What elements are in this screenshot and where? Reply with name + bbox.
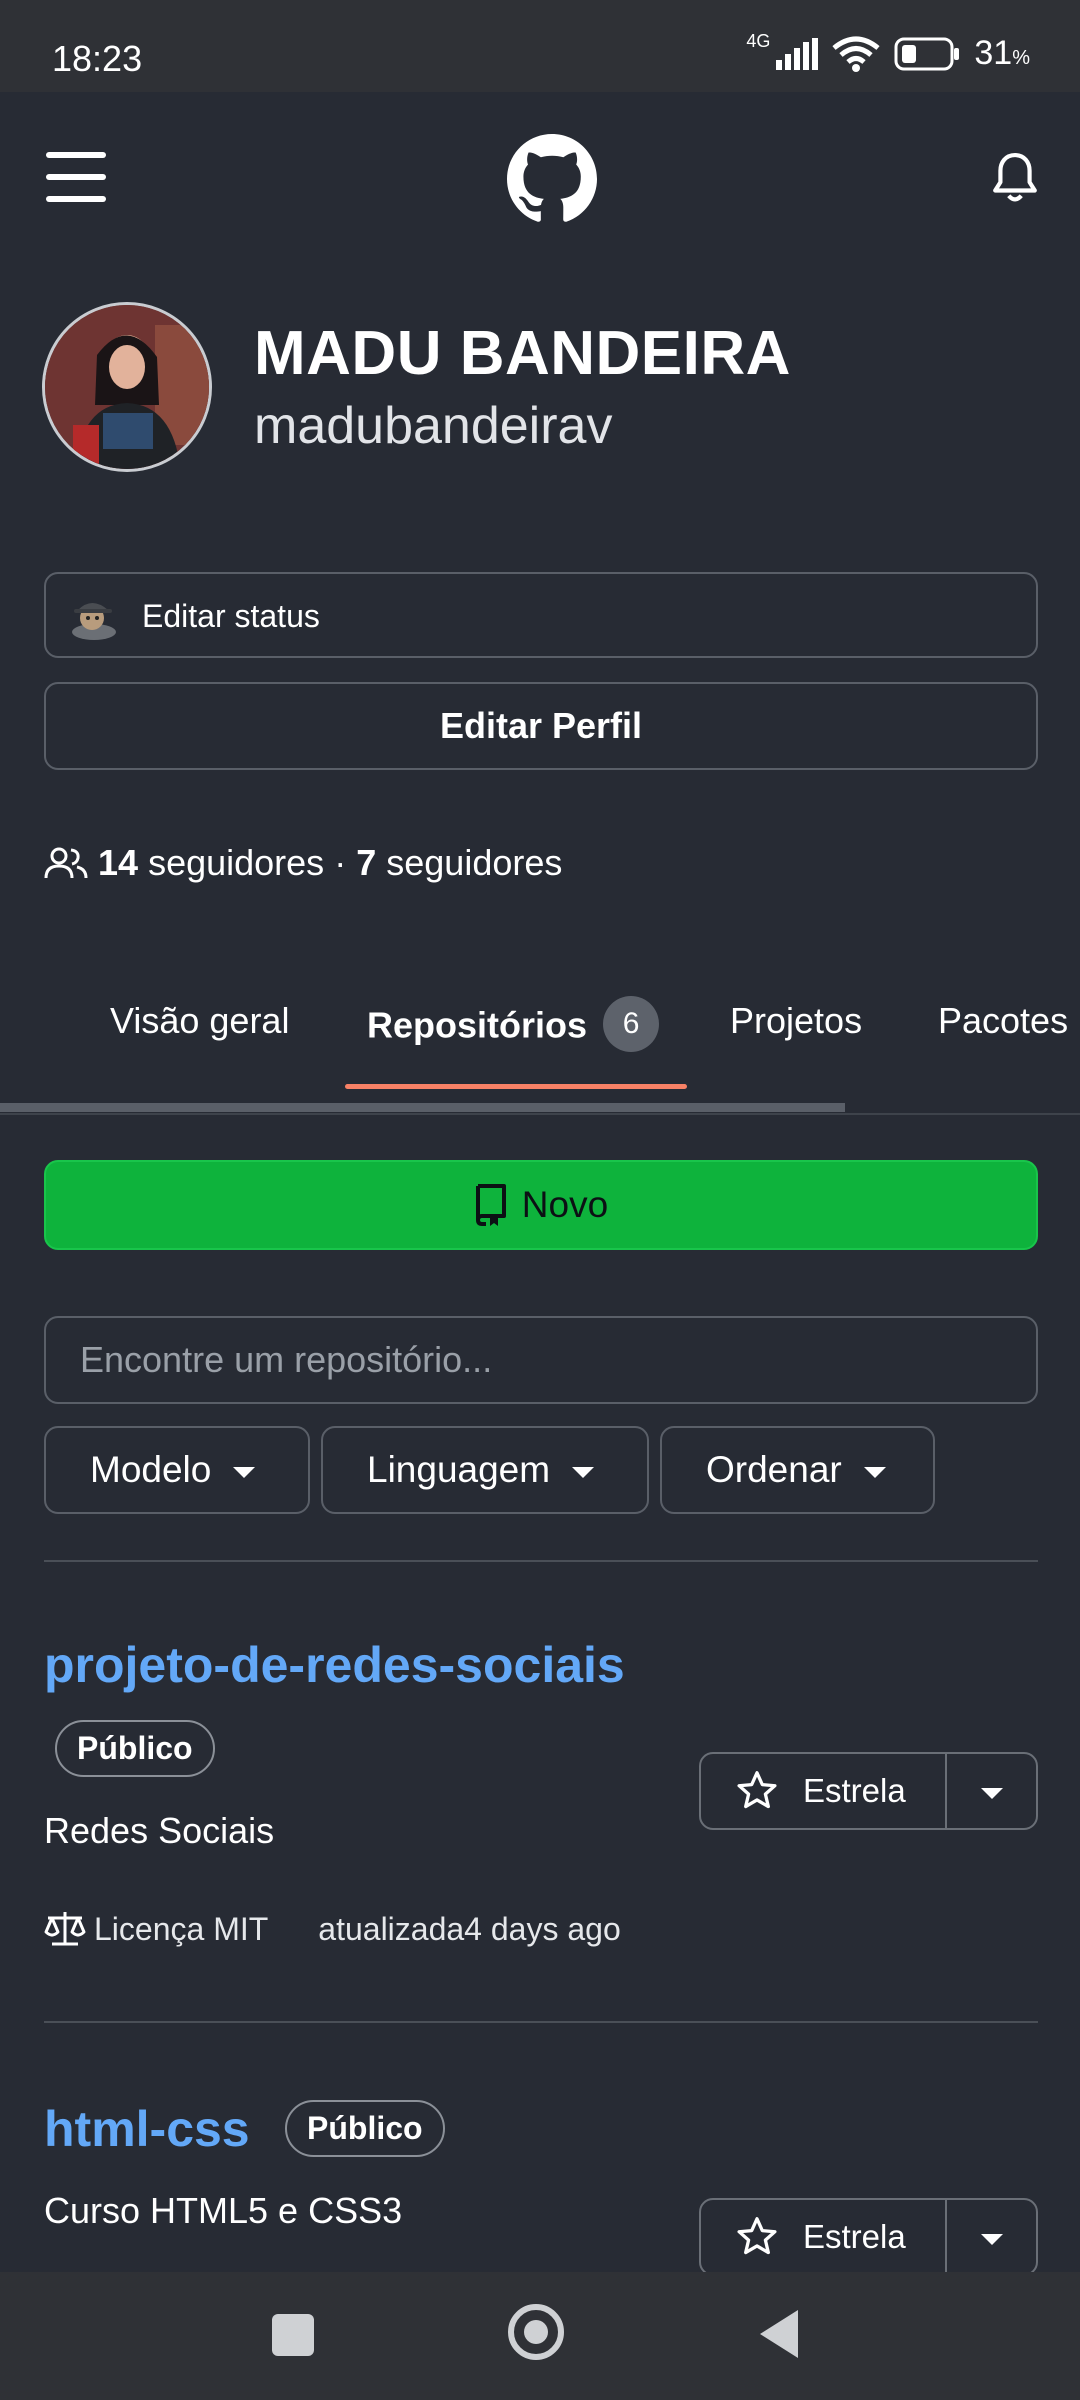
visibility-badge: Público bbox=[55, 1720, 215, 1777]
battery-icon bbox=[894, 37, 960, 70]
hamburger-menu-icon[interactable] bbox=[46, 152, 106, 202]
repo-description: Curso HTML5 e CSS3 bbox=[44, 2190, 403, 2231]
filter-language-dropdown[interactable]: Linguagem bbox=[321, 1426, 649, 1514]
status-time: 18:23 bbox=[52, 38, 143, 79]
edit-status-label: Editar status bbox=[142, 598, 320, 634]
chevron-down-icon bbox=[980, 1787, 1003, 1799]
profile-tabs: Visão geral Repositórios 6 Projetos Pacot… bbox=[0, 960, 1080, 1116]
recent-apps-icon[interactable] bbox=[272, 2314, 314, 2356]
new-repository-label: Novo bbox=[521, 1184, 609, 1225]
following-label: seguidores bbox=[386, 842, 563, 883]
repo-name-link[interactable]: projeto-de-redes-sociais bbox=[44, 1636, 625, 1694]
repository-search-input[interactable] bbox=[44, 1316, 1038, 1404]
edit-profile-button[interactable]: Editar Perfil bbox=[44, 682, 1038, 770]
github-logo-icon[interactable] bbox=[507, 134, 597, 224]
chevron-down-icon bbox=[233, 1466, 256, 1478]
tab-repositories-label: Repositórios bbox=[367, 1004, 588, 1046]
filter-sort-dropdown[interactable]: Ordenar bbox=[660, 1426, 935, 1514]
tab-packages[interactable]: Pacotes bbox=[938, 1000, 1068, 1042]
edit-status-button[interactable]: Editar status bbox=[44, 572, 1038, 658]
status-emoji-icon bbox=[72, 603, 116, 640]
filter-type-label: Modelo bbox=[90, 1449, 212, 1490]
visibility-badge: Público bbox=[285, 2100, 445, 2157]
tabs-scrollbar[interactable] bbox=[0, 1103, 845, 1112]
repo-icon bbox=[475, 1184, 506, 1226]
tab-projects[interactable]: Projetos bbox=[730, 1000, 862, 1042]
profile-username: madubandeirav bbox=[254, 397, 613, 455]
network-type: 4G bbox=[746, 31, 771, 51]
app-bar bbox=[0, 92, 1080, 262]
followers-label: seguidores bbox=[148, 842, 325, 883]
back-icon[interactable] bbox=[760, 2310, 798, 2358]
status-icons: 4G 31% bbox=[746, 31, 1030, 73]
signal-icon bbox=[776, 37, 819, 70]
tab-repositories[interactable]: Repositórios 6 bbox=[367, 996, 660, 1056]
followers-count: 14 bbox=[98, 842, 139, 883]
bell-icon[interactable] bbox=[990, 150, 1040, 206]
followers-summary[interactable]: 14 seguidores · 7 seguidores bbox=[44, 842, 562, 884]
star-icon bbox=[737, 1771, 777, 1809]
avatar-photo bbox=[45, 305, 209, 469]
wifi-icon bbox=[832, 36, 880, 72]
star-button-group: Estrela bbox=[699, 1752, 1038, 1830]
star-button-group: Estrela bbox=[699, 2198, 1038, 2276]
tabs-divider bbox=[0, 1113, 1080, 1115]
filter-type-dropdown[interactable]: Modelo bbox=[44, 1426, 310, 1514]
chevron-down-icon bbox=[980, 2233, 1003, 2245]
people-icon bbox=[44, 847, 88, 879]
system-navigation-bar bbox=[0, 2272, 1080, 2400]
filter-sort-label: Ordenar bbox=[706, 1449, 842, 1490]
following-count: 7 bbox=[356, 842, 377, 883]
filter-language-label: Linguagem bbox=[367, 1449, 551, 1490]
repo-description: Redes Sociais bbox=[44, 1810, 275, 1851]
law-icon bbox=[44, 1912, 86, 1946]
profile-name: MADU BANDEIRA bbox=[254, 319, 791, 388]
repo-name-link[interactable]: html-css bbox=[44, 2100, 250, 2158]
repo-license: Licença MIT bbox=[94, 1910, 269, 1947]
repo-meta: Licença MIT atualizada4 days ago bbox=[44, 1910, 621, 1948]
status-bar: 18:23 4G 31% bbox=[0, 0, 1080, 92]
chevron-down-icon bbox=[572, 1466, 595, 1478]
followers-separator: · bbox=[334, 842, 347, 883]
star-icon bbox=[737, 2217, 777, 2255]
star-label: Estrela bbox=[803, 2218, 906, 2255]
battery-percent: 31% bbox=[974, 34, 1030, 72]
chevron-down-icon bbox=[863, 1466, 886, 1478]
active-tab-indicator bbox=[345, 1084, 687, 1089]
avatar[interactable] bbox=[42, 302, 212, 472]
star-button[interactable]: Estrela bbox=[701, 1754, 947, 1828]
new-repository-button[interactable]: Novo bbox=[44, 1160, 1038, 1250]
star-button[interactable]: Estrela bbox=[701, 2200, 947, 2274]
star-list-dropdown[interactable] bbox=[947, 1754, 1036, 1828]
tab-overview[interactable]: Visão geral bbox=[110, 1000, 289, 1042]
repositories-count-badge: 6 bbox=[603, 996, 660, 1052]
star-label: Estrela bbox=[803, 1772, 906, 1809]
divider bbox=[44, 1560, 1038, 1562]
repo-updated: atualizada4 days ago bbox=[318, 1910, 621, 1947]
star-list-dropdown[interactable] bbox=[947, 2200, 1036, 2274]
divider bbox=[44, 2021, 1038, 2023]
home-icon[interactable] bbox=[508, 2304, 564, 2360]
